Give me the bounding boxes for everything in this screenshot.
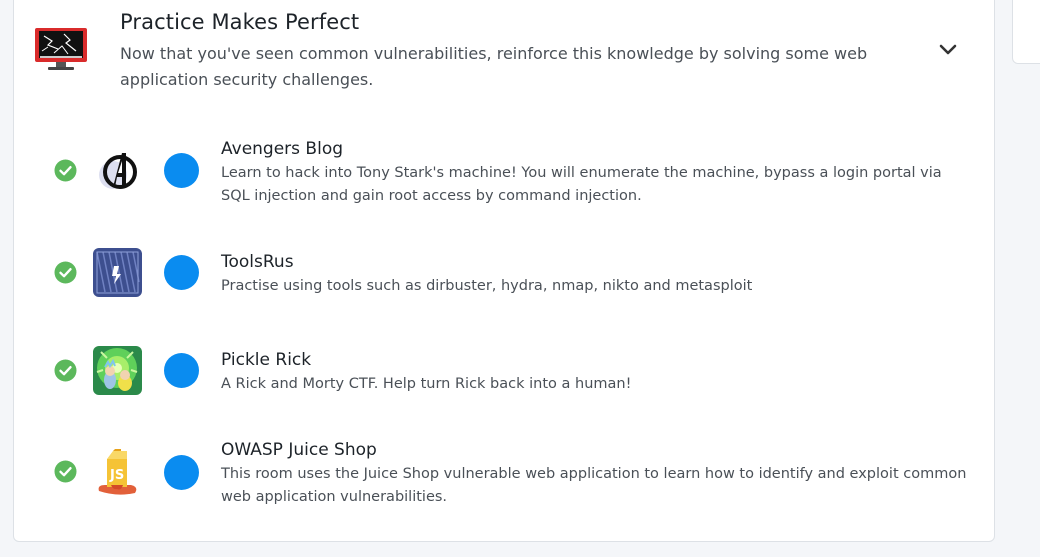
side-panel-card <box>1012 0 1040 64</box>
pickle-rick-icon <box>93 346 142 395</box>
room-description: A Rick and Morty CTF. Help turn Rick bac… <box>221 376 632 392</box>
room-description: Practise using tools such as dirbuster, … <box>221 278 753 294</box>
module-description: Now that you've seen common vulnerabilit… <box>120 44 868 89</box>
monitor-glitch-icon <box>34 27 88 71</box>
room-status-dot <box>164 353 199 388</box>
room-description: This room uses the Juice Shop vulnerable… <box>221 466 967 505</box>
room-status-dot <box>164 255 199 290</box>
check-circle-icon <box>54 261 77 284</box>
room-status-dot <box>164 455 199 490</box>
avengers-logo-icon <box>93 147 142 196</box>
check-circle-icon <box>54 159 77 182</box>
chevron-down-icon[interactable] <box>936 40 960 60</box>
room-title[interactable]: ToolsRus <box>221 252 294 272</box>
toolsrus-logo-icon <box>93 248 142 297</box>
room-title[interactable]: Pickle Rick <box>221 350 311 370</box>
room-title[interactable]: Avengers Blog <box>221 139 343 159</box>
room-title[interactable]: OWASP Juice Shop <box>221 440 377 460</box>
room-status-dot <box>164 153 199 188</box>
check-circle-icon <box>54 460 77 483</box>
juice-shop-icon: JS <box>93 447 142 496</box>
check-circle-icon <box>54 359 77 382</box>
room-description: Learn to hack into Tony Stark's machine!… <box>221 165 942 204</box>
svg-text:JS: JS <box>109 468 124 483</box>
module-title: Practice Makes Perfect <box>120 10 360 34</box>
